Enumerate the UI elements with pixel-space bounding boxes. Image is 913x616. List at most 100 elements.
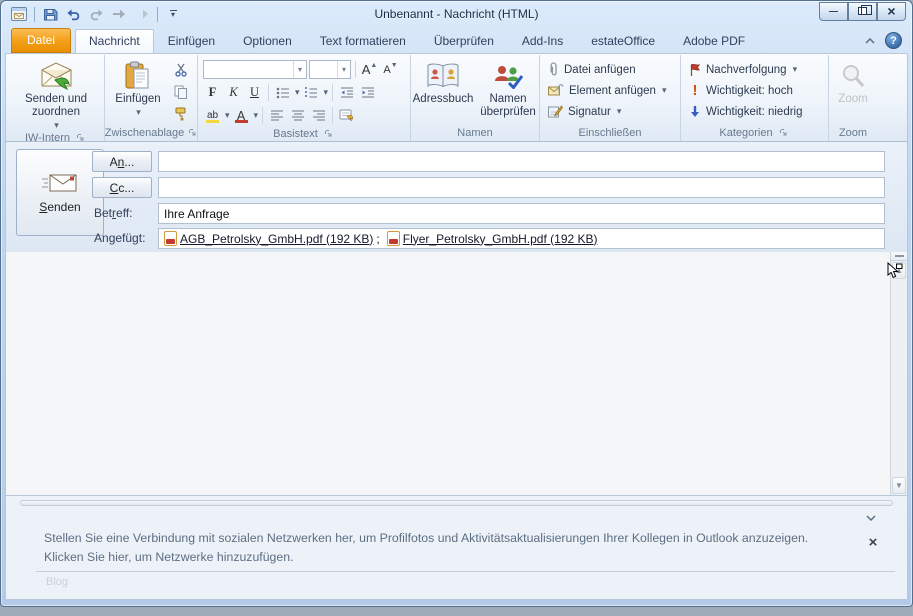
underline-icon[interactable]: U [245, 83, 264, 102]
decrease-indent-icon[interactable] [337, 83, 356, 102]
align-right-icon[interactable] [309, 106, 328, 125]
mouse-cursor-icon [886, 262, 903, 281]
attachment-link[interactable]: Flyer_Petrolsky_GmbH.pdf (192 KB) [403, 232, 598, 246]
attachment-item[interactable]: Flyer_Petrolsky_GmbH.pdf (192 KB) [387, 231, 601, 246]
desktop: { "window": { "title": "Unbenannt - Nach… [0, 0, 913, 616]
send-assign-label: Senden und zuordnen [14, 93, 98, 119]
to-label: An... [110, 155, 135, 169]
tab-datei[interactable]: Datei [11, 28, 71, 53]
tab-text-formatieren[interactable]: Text formatieren [306, 29, 420, 53]
send-button[interactable]: Senden [16, 149, 104, 236]
signature-icon [548, 105, 563, 118]
cut-icon[interactable] [171, 60, 191, 79]
attached-label: Angefügt: [94, 231, 145, 245]
minimize-button[interactable]: — [819, 2, 848, 21]
address-book-button[interactable]: Adressbuch [411, 56, 475, 124]
chevron-down-icon[interactable]: ▾ [324, 87, 329, 98]
tab-nachricht[interactable]: Nachricht [75, 29, 154, 53]
window-controls: — × [819, 2, 906, 21]
clipboard-small-buttons [169, 56, 193, 124]
customize-qat-icon[interactable]: ▾ [163, 5, 183, 24]
align-center-icon[interactable] [288, 106, 307, 125]
chevron-down-icon[interactable]: ▾ [295, 87, 300, 98]
address-book-label: Adressbuch [413, 93, 474, 106]
attach-item-button[interactable]: Element anfügen ▾ [542, 80, 678, 101]
check-names-label: Namen überprüfen [480, 93, 536, 119]
people-pane-splitter[interactable] [20, 500, 893, 506]
close-button[interactable]: × [877, 2, 906, 21]
send-envelope-icon [40, 172, 80, 194]
dialog-launcher-icon[interactable] [323, 128, 335, 140]
grow-font-icon[interactable]: A▲ [360, 60, 379, 79]
attachment-item[interactable]: AGB_Petrolsky_GmbH.pdf (192 KB); [164, 231, 380, 246]
increase-indent-icon[interactable] [358, 83, 377, 102]
signature-button[interactable]: Signatur ▾ [542, 101, 678, 122]
group-iw-intern: Senden und zuordnen ▾ IW-Intern [8, 55, 105, 141]
follow-up-button[interactable]: Nachverfolgung ▾ [683, 59, 826, 80]
message-body-canvas[interactable] [6, 252, 890, 495]
people-pane: Stellen Sie eine Verbindung mit sozialen… [5, 496, 908, 600]
tab-ueberpruefen[interactable]: Überprüfen [420, 29, 508, 53]
tab-adobe-pdf[interactable]: Adobe PDF [669, 29, 759, 53]
save-icon[interactable] [40, 5, 60, 24]
message-window-icon[interactable] [9, 5, 29, 24]
restore-icon [858, 7, 867, 15]
chevron-down-icon: ▾ [793, 64, 798, 75]
bold-icon[interactable]: F [203, 83, 222, 102]
undo-icon[interactable] [63, 5, 83, 24]
restore-button[interactable] [848, 2, 877, 21]
social-close-icon[interactable]: × [865, 534, 881, 550]
numbered-list-icon[interactable] [302, 83, 321, 102]
arrow-down-icon [689, 105, 701, 118]
font-name-combo[interactable]: ▾ [203, 60, 307, 79]
tab-add-ins[interactable]: Add-Ins [508, 29, 577, 53]
help-icon[interactable]: ? [885, 32, 902, 49]
importance-low-button[interactable]: Wichtigkeit: niedrig [683, 101, 826, 122]
importance-high-button[interactable]: ! Wichtigkeit: hoch [683, 80, 826, 101]
subject-value: Ihre Anfrage [164, 207, 229, 221]
dialog-launcher-icon[interactable] [189, 127, 197, 139]
to-input[interactable] [158, 151, 885, 172]
ribbon: Senden und zuordnen ▾ IW-Intern Einfügen… [5, 53, 908, 142]
copy-icon[interactable] [171, 82, 191, 101]
minimize-ribbon-icon[interactable] [863, 35, 877, 47]
scrollbar-track[interactable] [891, 280, 907, 476]
group-einschliessen: Datei anfügen Element anfügen ▾ Signatur… [540, 55, 681, 141]
check-names-button[interactable]: Namen überprüfen [477, 56, 539, 124]
message-body[interactable]: ▲ ▼ [5, 252, 908, 496]
watermark-text: Blog [46, 576, 68, 588]
vertical-scrollbar[interactable]: ▲ ▼ [890, 252, 907, 495]
group-label-basistext: Basistext [200, 126, 408, 141]
subject-input[interactable]: Ihre Anfrage [158, 203, 885, 224]
chevron-down-icon[interactable]: ▾ [254, 110, 259, 121]
highlight-icon[interactable]: ab [203, 106, 222, 125]
styles-icon[interactable] [337, 106, 356, 125]
paste-button[interactable]: Einfügen ▾ [107, 56, 169, 124]
font-size-combo[interactable]: ▾ [309, 60, 351, 79]
font-color-icon[interactable]: A [232, 106, 251, 125]
chevron-down-icon[interactable]: ▾ [225, 110, 230, 121]
bullet-list-icon[interactable] [273, 83, 292, 102]
scroll-down-button[interactable]: ▼ [892, 477, 906, 494]
people-pane-expand-icon[interactable] [863, 512, 879, 524]
next-item-icon [132, 5, 152, 24]
tab-optionen[interactable]: Optionen [229, 29, 306, 53]
tab-estateoffice[interactable]: estateOffice [577, 29, 669, 53]
attachment-link[interactable]: AGB_Petrolsky_GmbH.pdf (192 KB) [180, 232, 373, 246]
cc-input[interactable] [158, 177, 885, 198]
attach-file-button[interactable]: Datei anfügen [542, 59, 678, 80]
dialog-launcher-icon[interactable] [778, 127, 790, 139]
minimize-icon: — [829, 6, 838, 16]
format-painter-icon[interactable] [171, 104, 191, 123]
scrollbar-split-handle[interactable] [891, 252, 907, 261]
group-zwischenablage: Einfügen ▾ Zwischenablage [105, 55, 198, 141]
shrink-font-icon[interactable]: A▼ [381, 60, 400, 79]
align-left-icon[interactable] [267, 106, 286, 125]
group-kategorien: Nachverfolgung ▾ ! Wichtigkeit: hoch Wic… [681, 55, 829, 141]
to-button[interactable]: An... [92, 151, 152, 172]
send-and-assign-button[interactable]: Senden und zuordnen ▾ [10, 56, 102, 132]
social-connect-message[interactable]: Stellen Sie eine Verbindung mit sozialen… [44, 529, 847, 567]
cc-button[interactable]: Cc... [92, 177, 152, 198]
tab-einfuegen[interactable]: Einfügen [154, 29, 229, 53]
italic-icon[interactable]: K [224, 83, 243, 102]
